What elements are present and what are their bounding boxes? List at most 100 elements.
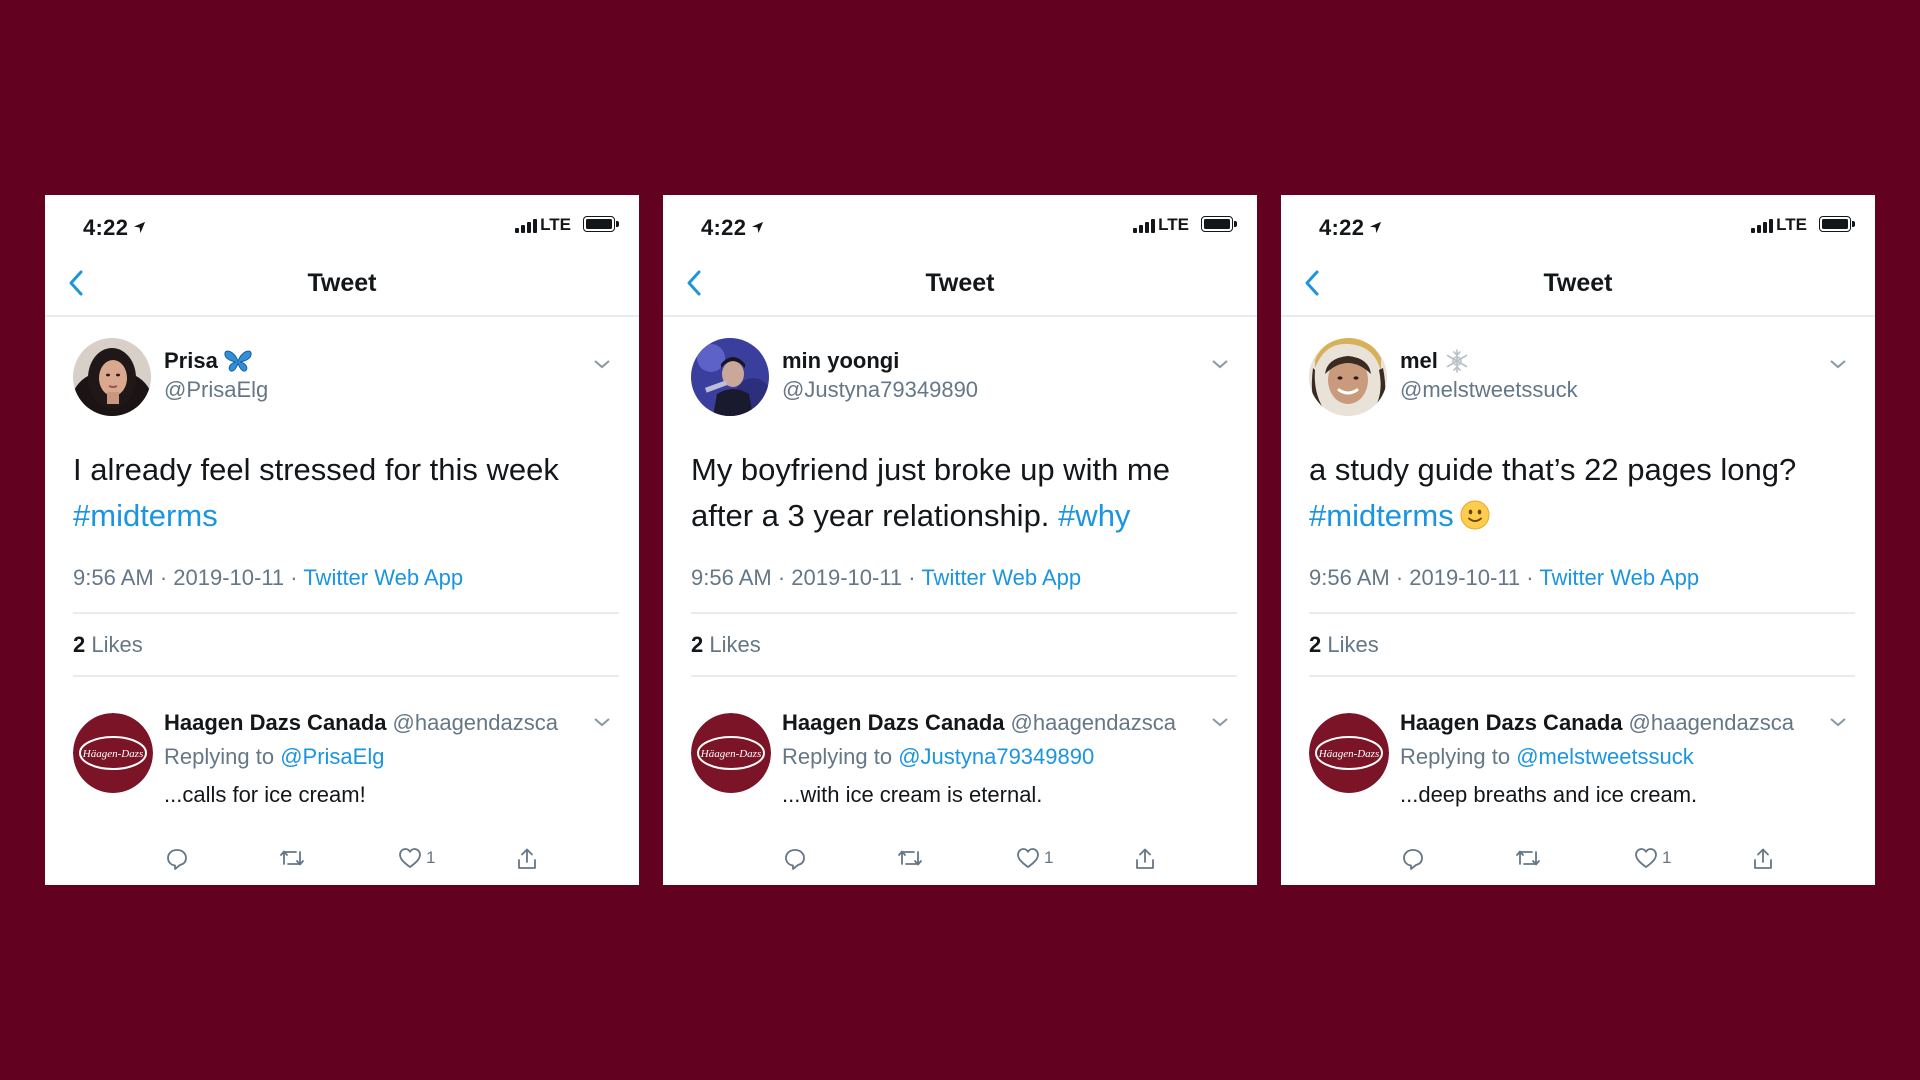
mention-link[interactable]: @melstweetssuck: [1516, 744, 1694, 769]
reply-author-avatar[interactable]: Häagen-Dazs: [73, 713, 153, 793]
share-button[interactable]: [1751, 847, 1775, 871]
like-button[interactable]: 1: [1016, 847, 1053, 869]
reply-author[interactable]: Haagen Dazs Canada @haagendazsca: [164, 710, 558, 736]
source-link[interactable]: Twitter Web App: [921, 565, 1081, 590]
tweet-text: a study guide that’s 22 pages long? #mid…: [1309, 452, 1797, 533]
like-count: 1: [1662, 848, 1672, 867]
status-bar: 4:22 LTE: [45, 195, 639, 243]
retweet-button[interactable]: [1515, 847, 1541, 869]
share-icon: [1136, 848, 1154, 869]
share-icon: [518, 848, 536, 869]
battery-icon: [1201, 216, 1237, 232]
heart-icon: [1635, 848, 1657, 868]
network-type: LTE: [1158, 215, 1189, 234]
heart-icon: [1017, 848, 1039, 868]
likes-count[interactable]: 2 Likes: [691, 632, 761, 658]
reply-text: ...with ice cream is eternal.: [782, 782, 1043, 807]
replying-to: Replying to @melstweetssuck: [1400, 744, 1694, 769]
tweet-meta: 9:56 AM · 2019-10-11 · Twitter Web App: [1309, 565, 1700, 590]
like-button[interactable]: 1: [1634, 847, 1671, 869]
author-avatar[interactable]: [691, 338, 769, 416]
snowflake-emoji-icon: [1446, 349, 1468, 373]
tweet-meta: 9:56 AM · 2019-10-11 · Twitter Web App: [691, 565, 1082, 590]
divider: [691, 675, 1237, 677]
tweet-actions: 1: [45, 847, 639, 877]
divider: [73, 675, 619, 677]
like-count: 1: [1044, 848, 1054, 867]
haagen-dazs-logo: Häagen-Dazs: [700, 748, 762, 760]
status-time: 4:22: [83, 215, 146, 241]
author-handle[interactable]: @Justyna79349890: [782, 377, 978, 403]
reply-icon: [785, 849, 805, 870]
signal-strength-icon: [1751, 217, 1773, 233]
chevron-down-icon[interactable]: [1211, 716, 1229, 728]
like-count: 1: [426, 848, 436, 867]
author-handle[interactable]: @PrisaElg: [164, 377, 268, 403]
location-arrow-icon: [1370, 221, 1382, 234]
page-title: Tweet: [1543, 269, 1613, 297]
share-button[interactable]: [515, 847, 539, 871]
status-bar: 4:22 LTE: [1281, 195, 1875, 243]
reply-button[interactable]: [783, 847, 807, 871]
divider: [73, 612, 619, 614]
reply-author-avatar[interactable]: Häagen-Dazs: [691, 713, 771, 793]
author-avatar[interactable]: [73, 338, 151, 416]
reply-button[interactable]: [1401, 847, 1425, 871]
reply-author[interactable]: Haagen Dazs Canada @haagendazsca: [1400, 710, 1794, 736]
share-button[interactable]: [1133, 847, 1157, 871]
status-time: 4:22: [701, 215, 764, 241]
reply-author[interactable]: Haagen Dazs Canada @haagendazsca: [782, 710, 1176, 736]
source-link[interactable]: Twitter Web App: [1539, 565, 1699, 590]
author-name[interactable]: mel: [1400, 348, 1470, 374]
author-handle[interactable]: @melstweetssuck: [1400, 377, 1578, 403]
source-link[interactable]: Twitter Web App: [303, 565, 463, 590]
tweet-text: My boyfriend just broke up with me after…: [691, 452, 1170, 533]
reply-author-avatar[interactable]: Häagen-Dazs: [1309, 713, 1389, 793]
signal-strength-icon: [515, 217, 537, 233]
hashtag-link[interactable]: #midterms: [1309, 498, 1454, 533]
page-title: Tweet: [925, 269, 995, 297]
chevron-down-icon[interactable]: [1829, 716, 1847, 728]
tweet-text: I already feel stressed for this week #m…: [73, 452, 559, 533]
tweet-card-1: 4:22 LTE Tweet Prisa @PrisaElg I already…: [45, 195, 639, 885]
mention-link[interactable]: @PrisaElg: [280, 744, 384, 769]
author-avatar[interactable]: [1309, 338, 1387, 416]
reply-text: ...calls for ice cream!: [164, 782, 366, 807]
battery-icon: [583, 216, 619, 232]
retweet-icon: [280, 850, 304, 866]
location-arrow-icon: [752, 221, 764, 234]
author-name[interactable]: Prisa: [164, 348, 252, 374]
like-button[interactable]: 1: [398, 847, 435, 869]
chevron-down-icon[interactable]: [1211, 358, 1229, 370]
hashtag-link[interactable]: #why: [1058, 498, 1130, 533]
divider: [691, 612, 1237, 614]
location-arrow-icon: [134, 221, 146, 234]
reply-icon: [1403, 849, 1423, 870]
divider: [1309, 675, 1855, 677]
retweet-icon: [898, 850, 922, 866]
chevron-down-icon[interactable]: [593, 716, 611, 728]
tweet-card-2: 4:22 LTE Tweet min yoongi @Justyna793498…: [663, 195, 1257, 885]
chevron-down-icon[interactable]: [1829, 358, 1847, 370]
slightly-smiling-face-emoji-icon: [1460, 500, 1490, 530]
reply-text: ...deep breaths and ice cream.: [1400, 782, 1698, 807]
reply-icon: [167, 849, 187, 870]
status-bar: 4:22 LTE: [663, 195, 1257, 243]
mention-link[interactable]: @Justyna79349890: [898, 744, 1094, 769]
tweet-meta: 9:56 AM · 2019-10-11 · Twitter Web App: [73, 565, 464, 590]
author-name[interactable]: min yoongi: [782, 348, 899, 374]
reply-button[interactable]: [165, 847, 189, 871]
retweet-button[interactable]: [897, 847, 923, 869]
hashtag-link[interactable]: #midterms: [73, 498, 218, 533]
retweet-icon: [1516, 850, 1540, 866]
retweet-button[interactable]: [279, 847, 305, 869]
tweet-actions: 1: [1281, 847, 1875, 877]
chevron-down-icon[interactable]: [593, 358, 611, 370]
nav-bar: Tweet: [45, 251, 639, 317]
network-type: LTE: [1776, 215, 1807, 234]
likes-count[interactable]: 2 Likes: [1309, 632, 1379, 658]
status-time: 4:22: [1319, 215, 1382, 241]
replying-to: Replying to @PrisaElg: [164, 744, 385, 769]
likes-count[interactable]: 2 Likes: [73, 632, 143, 658]
butterfly-emoji-icon: [224, 350, 252, 372]
